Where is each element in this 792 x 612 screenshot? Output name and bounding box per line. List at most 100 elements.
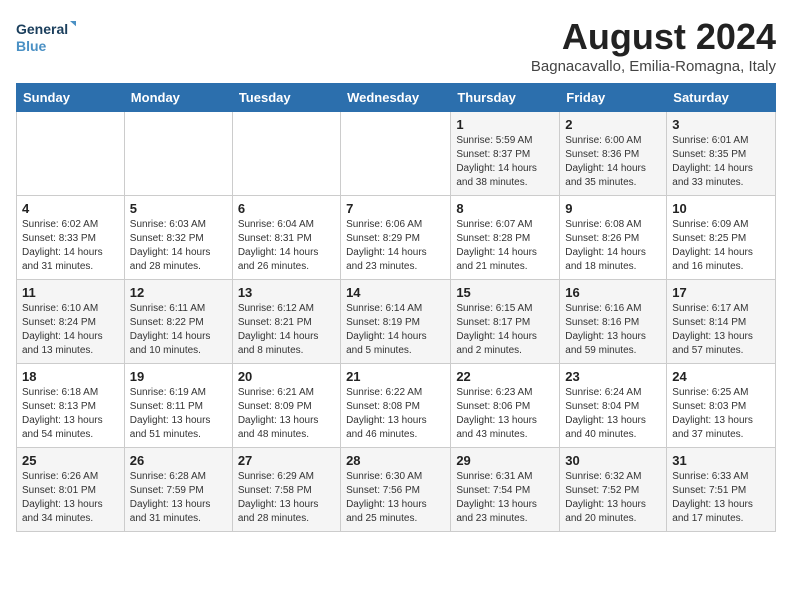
day-number: 28	[346, 453, 445, 468]
calendar-cell: 4 Sunrise: 6:02 AM Sunset: 8:33 PM Daylig…	[17, 196, 125, 280]
calendar-cell: 26Sunrise: 6:28 AM Sunset: 7:59 PM Dayli…	[124, 448, 232, 532]
day-number: 9	[565, 201, 661, 216]
calendar-cell	[341, 112, 451, 196]
title-block: August 2024 Bagnacavallo, Emilia-Romagna…	[531, 16, 776, 75]
calendar-cell: 11Sunrise: 6:10 AM Sunset: 8:24 PM Dayli…	[17, 280, 125, 364]
calendar-cell	[17, 112, 125, 196]
day-number: 30	[565, 453, 661, 468]
calendar-cell: 30 Sunrise: 6:32 AM Sunset: 7:52 PM Dayli…	[560, 448, 667, 532]
day-number: 19	[130, 369, 227, 384]
day-info: Sunrise: 6:30 AM Sunset: 7:56 PM Dayligh…	[346, 470, 445, 526]
day-info: Sunrise: 6:33 AM Sunset: 7:51 PM Dayligh…	[672, 470, 770, 526]
day-number: 12	[130, 285, 227, 300]
day-number: 22	[456, 369, 554, 384]
calendar-week-4: 18 Sunrise: 6:18 AM Sunset: 8:13 PM Dayli…	[17, 364, 776, 448]
calendar-cell: 1 Sunrise: 5:59 AM Sunset: 8:37 PM Daylig…	[451, 112, 560, 196]
svg-text:Blue: Blue	[16, 38, 47, 54]
calendar-cell: 16Sunrise: 6:16 AM Sunset: 8:16 PM Dayli…	[560, 280, 667, 364]
calendar-week-2: 4 Sunrise: 6:02 AM Sunset: 8:33 PM Daylig…	[17, 196, 776, 280]
day-info: Sunrise: 6:22 AM Sunset: 8:08 PM Dayligh…	[346, 386, 445, 442]
day-number: 25	[22, 453, 119, 468]
day-info: Sunrise: 6:17 AM Sunset: 8:14 PM Dayligh…	[672, 302, 770, 358]
day-number: 17	[672, 285, 770, 300]
day-info: Sunrise: 6:11 AM Sunset: 8:22 PM Dayligh…	[130, 302, 227, 358]
calendar-week-5: 25 Sunrise: 6:26 AM Sunset: 8:01 PM Dayli…	[17, 448, 776, 532]
calendar-cell: 28 Sunrise: 6:30 AM Sunset: 7:56 PM Dayli…	[341, 448, 451, 532]
calendar-cell	[124, 112, 232, 196]
day-number: 5	[130, 201, 227, 216]
calendar-cell: 14 Sunrise: 6:14 AM Sunset: 8:19 PM Dayli…	[341, 280, 451, 364]
calendar-cell: 29Sunrise: 6:31 AM Sunset: 7:54 PM Dayli…	[451, 448, 560, 532]
day-info: Sunrise: 6:06 AM Sunset: 8:29 PM Dayligh…	[346, 218, 445, 274]
day-info: Sunrise: 6:12 AM Sunset: 8:21 PM Dayligh…	[238, 302, 335, 358]
day-number: 1	[456, 117, 554, 132]
calendar-week-1: 1 Sunrise: 5:59 AM Sunset: 8:37 PM Daylig…	[17, 112, 776, 196]
weekday-header-thursday: Thursday	[451, 84, 560, 112]
day-number: 18	[22, 369, 119, 384]
calendar-cell: 21 Sunrise: 6:22 AM Sunset: 8:08 PM Dayli…	[341, 364, 451, 448]
day-info: Sunrise: 6:09 AM Sunset: 8:25 PM Dayligh…	[672, 218, 770, 274]
day-info: Sunrise: 6:14 AM Sunset: 8:19 PM Dayligh…	[346, 302, 445, 358]
location: Bagnacavallo, Emilia-Romagna, Italy	[531, 58, 776, 75]
day-info: Sunrise: 6:29 AM Sunset: 7:58 PM Dayligh…	[238, 470, 335, 526]
month-title: August 2024	[531, 16, 776, 58]
day-info: Sunrise: 6:00 AM Sunset: 8:36 PM Dayligh…	[565, 134, 661, 190]
calendar-cell: 20Sunrise: 6:21 AM Sunset: 8:09 PM Dayli…	[232, 364, 340, 448]
day-info: Sunrise: 6:18 AM Sunset: 8:13 PM Dayligh…	[22, 386, 119, 442]
day-number: 29	[456, 453, 554, 468]
weekday-header-friday: Friday	[560, 84, 667, 112]
calendar-cell: 8 Sunrise: 6:07 AM Sunset: 8:28 PM Daylig…	[451, 196, 560, 280]
calendar-cell: 10Sunrise: 6:09 AM Sunset: 8:25 PM Dayli…	[667, 196, 776, 280]
day-info: Sunrise: 6:15 AM Sunset: 8:17 PM Dayligh…	[456, 302, 554, 358]
day-info: Sunrise: 6:10 AM Sunset: 8:24 PM Dayligh…	[22, 302, 119, 358]
day-number: 3	[672, 117, 770, 132]
day-number: 13	[238, 285, 335, 300]
calendar-cell: 7 Sunrise: 6:06 AM Sunset: 8:29 PM Daylig…	[341, 196, 451, 280]
day-number: 6	[238, 201, 335, 216]
day-info: Sunrise: 6:28 AM Sunset: 7:59 PM Dayligh…	[130, 470, 227, 526]
day-info: Sunrise: 6:08 AM Sunset: 8:26 PM Dayligh…	[565, 218, 661, 274]
day-info: Sunrise: 6:21 AM Sunset: 8:09 PM Dayligh…	[238, 386, 335, 442]
calendar-cell: 2 Sunrise: 6:00 AM Sunset: 8:36 PM Daylig…	[560, 112, 667, 196]
calendar-week-3: 11Sunrise: 6:10 AM Sunset: 8:24 PM Dayli…	[17, 280, 776, 364]
day-info: Sunrise: 6:26 AM Sunset: 8:01 PM Dayligh…	[22, 470, 119, 526]
day-number: 27	[238, 453, 335, 468]
calendar-cell	[232, 112, 340, 196]
day-info: Sunrise: 6:02 AM Sunset: 8:33 PM Dayligh…	[22, 218, 119, 274]
calendar-cell: 9 Sunrise: 6:08 AM Sunset: 8:26 PM Daylig…	[560, 196, 667, 280]
calendar-cell: 24Sunrise: 6:25 AM Sunset: 8:03 PM Dayli…	[667, 364, 776, 448]
day-info: Sunrise: 6:19 AM Sunset: 8:11 PM Dayligh…	[130, 386, 227, 442]
logo: General Blue	[16, 16, 76, 56]
day-number: 15	[456, 285, 554, 300]
calendar-cell: 18 Sunrise: 6:18 AM Sunset: 8:13 PM Dayli…	[17, 364, 125, 448]
day-info: Sunrise: 5:59 AM Sunset: 8:37 PM Dayligh…	[456, 134, 554, 190]
calendar-cell: 6Sunrise: 6:04 AM Sunset: 8:31 PM Daylig…	[232, 196, 340, 280]
calendar-cell: 25 Sunrise: 6:26 AM Sunset: 8:01 PM Dayli…	[17, 448, 125, 532]
day-number: 21	[346, 369, 445, 384]
day-number: 23	[565, 369, 661, 384]
calendar-cell: 31Sunrise: 6:33 AM Sunset: 7:51 PM Dayli…	[667, 448, 776, 532]
day-number: 8	[456, 201, 554, 216]
calendar-cell: 15 Sunrise: 6:15 AM Sunset: 8:17 PM Dayli…	[451, 280, 560, 364]
weekday-header-row: SundayMondayTuesdayWednesdayThursdayFrid…	[17, 84, 776, 112]
day-info: Sunrise: 6:03 AM Sunset: 8:32 PM Dayligh…	[130, 218, 227, 274]
day-number: 7	[346, 201, 445, 216]
calendar-cell: 17 Sunrise: 6:17 AM Sunset: 8:14 PM Dayli…	[667, 280, 776, 364]
day-info: Sunrise: 6:24 AM Sunset: 8:04 PM Dayligh…	[565, 386, 661, 442]
svg-text:General: General	[16, 21, 68, 37]
day-info: Sunrise: 6:23 AM Sunset: 8:06 PM Dayligh…	[456, 386, 554, 442]
weekday-header-monday: Monday	[124, 84, 232, 112]
day-info: Sunrise: 6:25 AM Sunset: 8:03 PM Dayligh…	[672, 386, 770, 442]
weekday-header-tuesday: Tuesday	[232, 84, 340, 112]
weekday-header-saturday: Saturday	[667, 84, 776, 112]
calendar-table: SundayMondayTuesdayWednesdayThursdayFrid…	[16, 83, 776, 532]
calendar-cell: 23 Sunrise: 6:24 AM Sunset: 8:04 PM Dayli…	[560, 364, 667, 448]
day-number: 14	[346, 285, 445, 300]
day-info: Sunrise: 6:32 AM Sunset: 7:52 PM Dayligh…	[565, 470, 661, 526]
day-number: 2	[565, 117, 661, 132]
day-info: Sunrise: 6:07 AM Sunset: 8:28 PM Dayligh…	[456, 218, 554, 274]
day-info: Sunrise: 6:01 AM Sunset: 8:35 PM Dayligh…	[672, 134, 770, 190]
day-number: 4	[22, 201, 119, 216]
weekday-header-sunday: Sunday	[17, 84, 125, 112]
day-number: 16	[565, 285, 661, 300]
